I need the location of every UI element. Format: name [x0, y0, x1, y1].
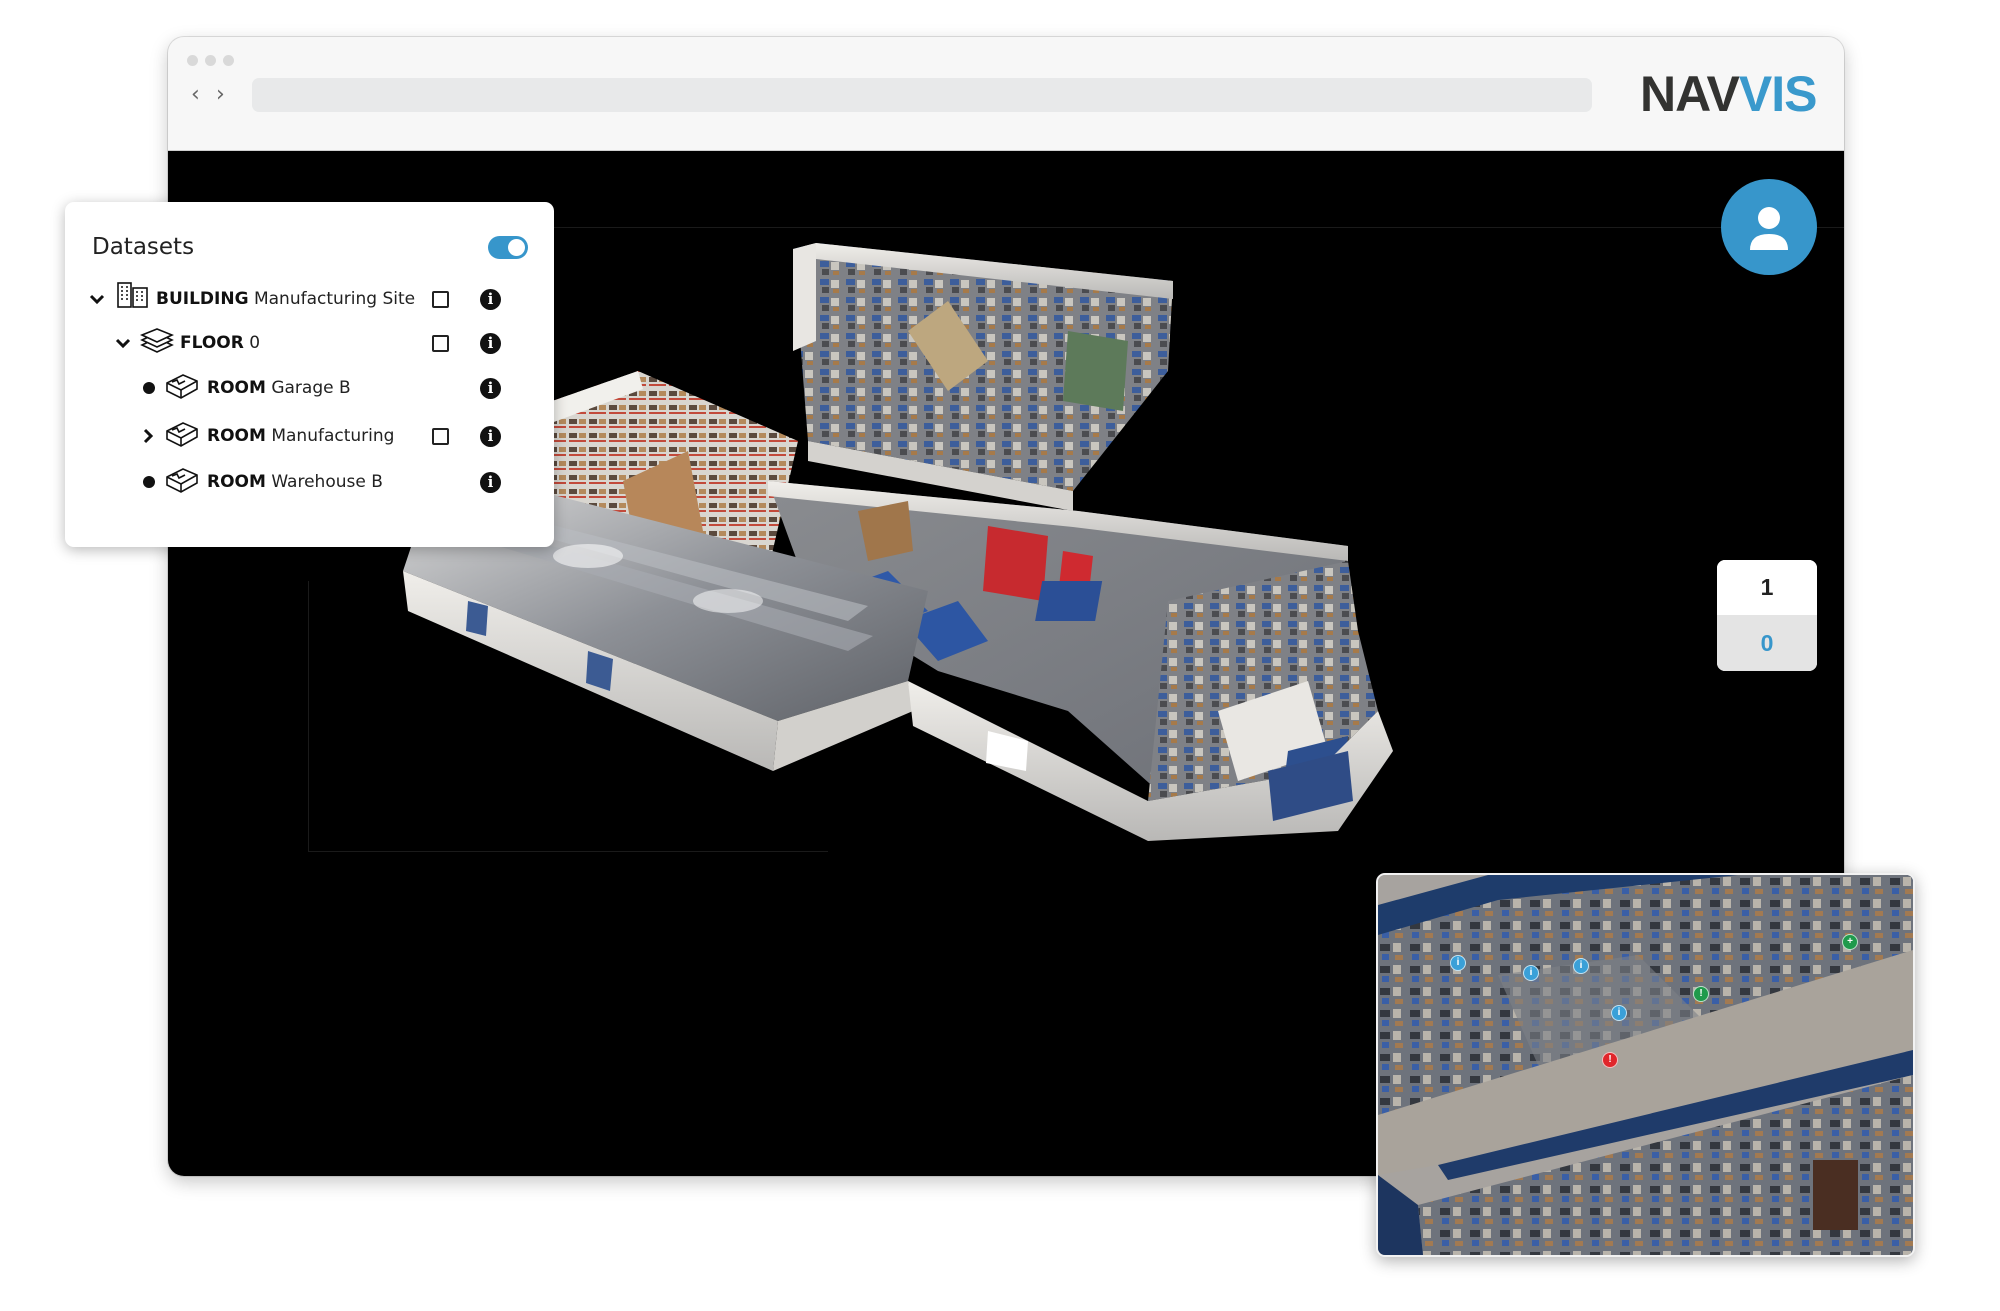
- chevron-down-icon[interactable]: [115, 335, 131, 351]
- manufacturing-checkbox[interactable]: [432, 427, 449, 445]
- minimap-status-marker[interactable]: !: [1693, 986, 1709, 1002]
- minimap-info-marker[interactable]: i: [1450, 955, 1466, 971]
- tree-item-building[interactable]: BUILDING Manufacturing Site i: [65, 282, 554, 314]
- tree-item-label: BUILDING Manufacturing Site: [156, 289, 416, 309]
- minimap-info-marker[interactable]: i: [1523, 965, 1539, 981]
- datasets-toggle[interactable]: [488, 236, 528, 259]
- tree-item-label: FLOOR 0: [180, 333, 261, 353]
- layers-icon: [139, 328, 175, 358]
- tree-item-room-warehouse[interactable]: ROOM Warehouse B i: [65, 467, 554, 497]
- window-minimize-dot[interactable]: [205, 55, 216, 66]
- chevron-right-icon: ›: [216, 82, 225, 107]
- floor-button-1[interactable]: 1: [1717, 560, 1817, 615]
- logo-nav-text: NAV: [1640, 66, 1740, 122]
- minimap-info-marker[interactable]: i: [1611, 1005, 1627, 1021]
- info-icon[interactable]: i: [480, 288, 501, 310]
- floor-checkbox[interactable]: [432, 334, 449, 352]
- minimap-status-marker[interactable]: +: [1842, 934, 1858, 950]
- tree-item-label: ROOM Garage B: [207, 378, 351, 398]
- room-icon: [165, 371, 199, 405]
- model-upper-wing: [793, 243, 1173, 511]
- datasets-panel: Datasets BUILDING Manufacturing Site i F…: [65, 202, 554, 547]
- minimap-floorplan: [1378, 875, 1913, 1255]
- navvis-logo: NAVVIS: [1640, 66, 1818, 122]
- tree-item-room-garage[interactable]: ROOM Garage B i: [65, 373, 554, 403]
- minimap[interactable]: i i i i ! ! +: [1376, 873, 1915, 1257]
- back-button[interactable]: ‹: [191, 81, 200, 109]
- room-icon: [165, 419, 199, 453]
- info-icon[interactable]: i: [480, 377, 501, 399]
- window-maximize-dot[interactable]: [223, 55, 234, 66]
- chevron-left-icon: ‹: [191, 82, 200, 107]
- info-icon[interactable]: i: [480, 471, 501, 493]
- tree-item-label: ROOM Warehouse B: [207, 472, 383, 492]
- building-icon: [117, 282, 149, 312]
- minimap-alert-marker[interactable]: !: [1602, 1052, 1618, 1068]
- address-bar[interactable]: [252, 78, 1592, 112]
- info-icon[interactable]: i: [480, 425, 501, 447]
- chevron-right-icon[interactable]: [140, 428, 156, 444]
- floor-button-0[interactable]: 0: [1717, 615, 1817, 671]
- chevron-down-icon[interactable]: [89, 291, 105, 307]
- tree-item-floor[interactable]: FLOOR 0 i: [65, 328, 554, 358]
- panel-title: Datasets: [92, 234, 195, 260]
- building-checkbox[interactable]: [432, 290, 449, 308]
- toggle-knob: [508, 239, 525, 256]
- minimap-info-marker[interactable]: i: [1573, 958, 1589, 974]
- tree-item-room-manufacturing[interactable]: ROOM Manufacturing i: [65, 421, 554, 451]
- forward-button[interactable]: ›: [216, 81, 225, 109]
- window-close-dot[interactable]: [187, 55, 198, 66]
- tree-item-label: ROOM Manufacturing: [207, 426, 395, 446]
- bullet-icon: [143, 382, 155, 394]
- bullet-icon: [143, 476, 155, 488]
- user-profile-button[interactable]: [1721, 179, 1817, 275]
- user-icon: [1750, 207, 1788, 250]
- info-icon[interactable]: i: [480, 332, 501, 354]
- logo-vis-text: VIS: [1738, 66, 1818, 122]
- room-icon: [165, 465, 199, 499]
- floor-selector: 1 0: [1717, 560, 1817, 671]
